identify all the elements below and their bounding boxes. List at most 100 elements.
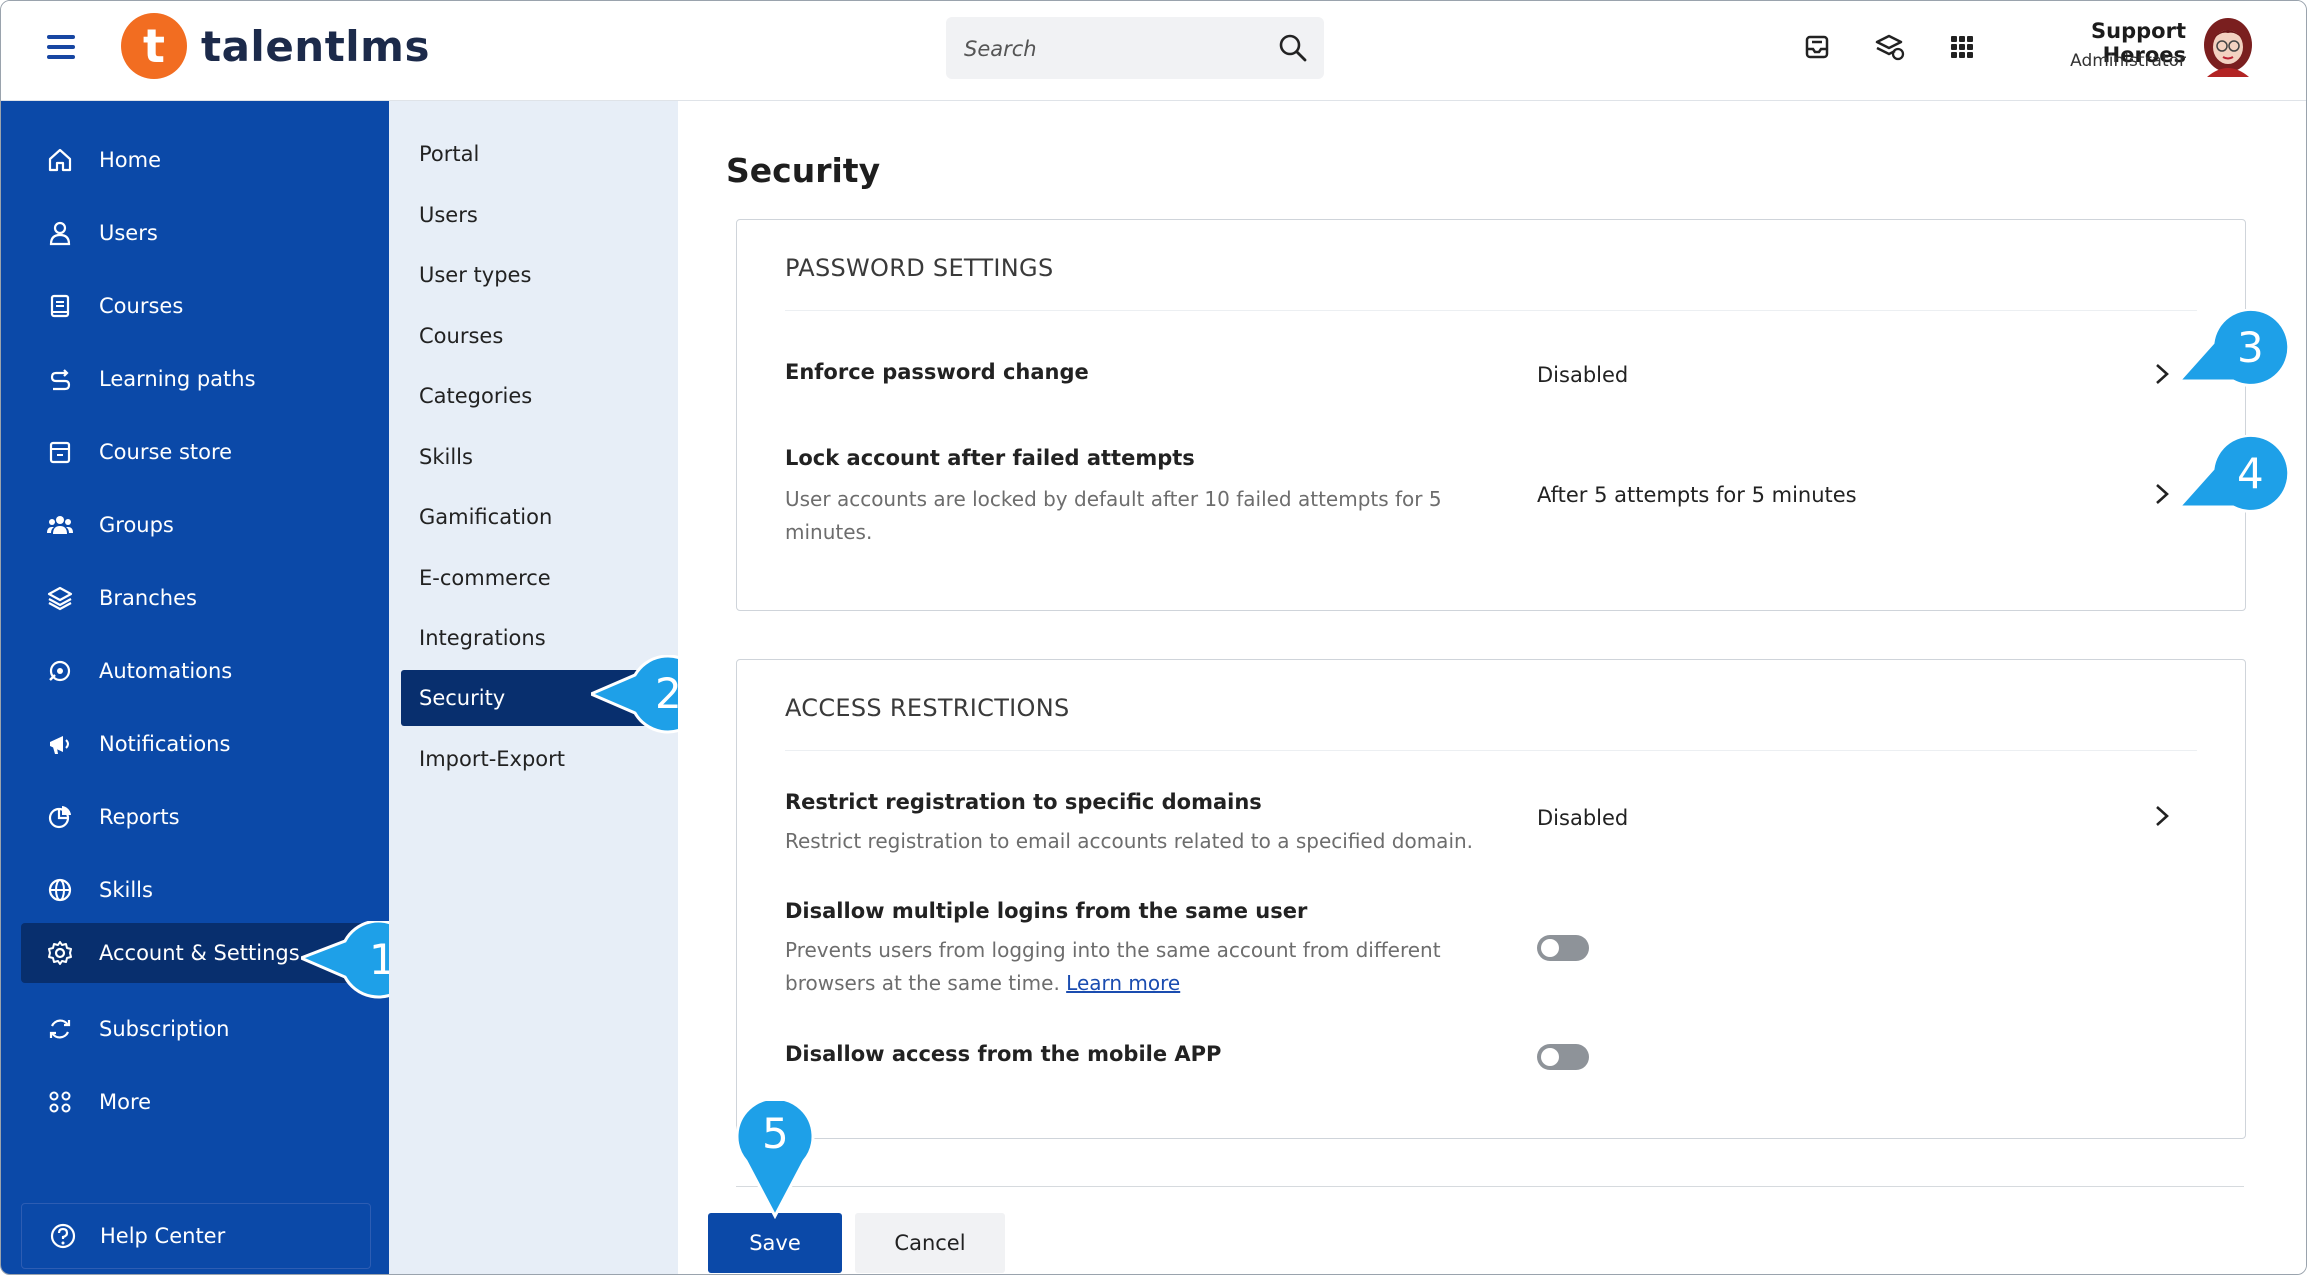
sidebar-item-label: Subscription xyxy=(99,1017,230,1041)
multiple-logins-toggle[interactable] xyxy=(1537,935,1589,961)
lock-account-description: User accounts are locked by default afte… xyxy=(785,487,1442,544)
callout-number: 4 xyxy=(2237,449,2264,498)
multiple-logins-description: Prevents users from logging into the sam… xyxy=(785,934,1465,1000)
multiple-logins-label: Disallow multiple logins from the same u… xyxy=(785,899,1308,923)
top-bar: t talentlms Support Heroes Administrator xyxy=(1,1,2306,101)
restrict-registration-value: Disabled xyxy=(1537,806,1629,830)
logo-badge: t xyxy=(121,13,187,79)
sidebar-item-home[interactable]: Home xyxy=(21,130,379,190)
subnav-item-e-commerce[interactable]: E-commerce xyxy=(401,550,659,606)
subnav-item-courses[interactable]: Courses xyxy=(401,308,659,364)
sidebar-item-course-store[interactable]: Course store xyxy=(21,422,379,482)
restrict-registration-label: Restrict registration to specific domain… xyxy=(785,790,1262,814)
sidebar-item-automations[interactable]: Automations xyxy=(21,641,379,701)
sidebar-item-subscription[interactable]: Subscription xyxy=(21,999,379,1059)
grid-icon xyxy=(49,1091,71,1113)
section-heading: ACCESS RESTRICTIONS xyxy=(785,694,1070,722)
sidebar-item-notifications[interactable]: Notifications xyxy=(21,714,379,774)
enforce-password-value: Disabled xyxy=(1537,363,1629,387)
mobile-access-toggle[interactable] xyxy=(1537,1044,1589,1070)
chevron-right-icon[interactable] xyxy=(2152,802,2172,830)
path-icon xyxy=(50,369,71,391)
refresh-icon xyxy=(49,1019,71,1039)
section-heading: PASSWORD SETTINGS xyxy=(785,254,1054,282)
enforce-password-label: Enforce password change xyxy=(785,360,1089,384)
automation-icon xyxy=(49,660,71,682)
search-input[interactable] xyxy=(962,17,1266,81)
app-window: t talentlms Support Heroes Administrator… xyxy=(0,0,2307,1275)
sidebar-item-label: Account & Settings xyxy=(99,941,300,965)
gear-icon xyxy=(48,941,72,965)
cancel-button[interactable]: Cancel xyxy=(855,1213,1005,1273)
callout-5: 5 xyxy=(736,1101,836,1219)
sidebar-item-label: Branches xyxy=(99,586,197,610)
layers-switch-icon[interactable] xyxy=(1871,29,1907,65)
callout-2: 2 xyxy=(591,655,708,735)
megaphone-icon xyxy=(50,736,69,754)
subnav-item-users[interactable]: Users xyxy=(401,187,659,243)
sidebar-item-groups[interactable]: Groups xyxy=(21,495,379,555)
store-icon xyxy=(49,441,71,464)
footer-divider xyxy=(736,1186,2244,1187)
book-icon xyxy=(50,294,70,318)
layers-icon xyxy=(47,586,73,611)
sidebar-item-label: Automations xyxy=(99,659,233,683)
help-center-label: Help Center xyxy=(100,1224,226,1248)
sidebar-item-label: Reports xyxy=(99,805,180,829)
sidebar-item-users[interactable]: Users xyxy=(21,203,379,263)
sidebar-item-reports[interactable]: Reports xyxy=(21,787,379,847)
mobile-access-label: Disallow access from the mobile APP xyxy=(785,1042,1222,1066)
groups-icon xyxy=(47,516,73,534)
subnav-item-import-export[interactable]: Import-Export xyxy=(401,731,659,787)
user-icon xyxy=(49,221,71,246)
chevron-right-icon[interactable] xyxy=(2152,480,2172,508)
user-role[interactable]: Administrator xyxy=(2041,51,2186,71)
logo-text: talentlms xyxy=(201,21,430,71)
apps-grid-icon[interactable] xyxy=(1944,29,1980,65)
help-center-button[interactable]: Help Center xyxy=(21,1203,371,1269)
sidebar-item-learning-paths[interactable]: Learning paths xyxy=(21,349,379,409)
save-button[interactable]: Save xyxy=(708,1213,842,1273)
callout-number: 3 xyxy=(2237,323,2264,372)
sidebar-item-branches[interactable]: Branches xyxy=(21,568,379,628)
sidebar-item-label: More xyxy=(99,1090,152,1114)
sidebar-item-label: Learning paths xyxy=(99,367,256,391)
main-content: Security PASSWORD SETTINGS Enforce passw… xyxy=(678,101,2306,1274)
divider xyxy=(785,310,2197,311)
password-settings-card: PASSWORD SETTINGS Enforce password chang… xyxy=(736,219,2246,611)
home-icon xyxy=(48,148,72,172)
lock-account-value: After 5 attempts for 5 minutes xyxy=(1537,483,1857,507)
page-title: Security xyxy=(726,151,881,190)
sidebar-item-skills[interactable]: Skills xyxy=(21,860,379,920)
access-restrictions-card: ACCESS RESTRICTIONS Restrict registratio… xyxy=(736,659,2246,1139)
lock-account-label: Lock account after failed attempts xyxy=(785,446,1195,470)
logo[interactable]: t talentlms xyxy=(121,13,430,79)
sidebar-item-label: Courses xyxy=(99,294,184,318)
sidebar-item-courses[interactable]: Courses xyxy=(21,276,379,336)
search-icon[interactable] xyxy=(1278,33,1308,63)
sidebar-item-label: Notifications xyxy=(99,732,231,756)
sidebar-item-more[interactable]: More xyxy=(21,1072,379,1132)
subnav-item-gamification[interactable]: Gamification xyxy=(401,489,659,545)
avatar[interactable] xyxy=(2199,15,2257,77)
divider xyxy=(785,750,2197,751)
subnav-item-portal[interactable]: Portal xyxy=(401,126,659,182)
hamburger-menu-icon[interactable] xyxy=(47,35,75,59)
subnav-item-categories[interactable]: Categories xyxy=(401,368,659,424)
restrict-registration-description: Restrict registration to email accounts … xyxy=(785,829,1474,853)
learn-more-link[interactable]: Learn more xyxy=(1066,971,1180,995)
sidebar-item-label: Course store xyxy=(99,440,233,464)
subnav-item-skills[interactable]: Skills xyxy=(401,429,659,485)
chevron-right-icon[interactable] xyxy=(2152,360,2172,388)
callout-4: 4 xyxy=(2179,435,2291,515)
search-box xyxy=(946,17,1324,81)
sidebar-item-label: Skills xyxy=(99,878,153,902)
callout-1: 1 xyxy=(301,921,418,1001)
callout-3: 3 xyxy=(2179,309,2291,389)
subnav-item-user-types[interactable]: User types xyxy=(401,247,659,303)
main-sidebar: Home Users Courses Learning paths Course… xyxy=(1,101,389,1274)
sidebar-item-label: Groups xyxy=(99,513,174,537)
callout-number: 5 xyxy=(762,1109,789,1158)
inbox-icon[interactable] xyxy=(1799,29,1835,65)
sidebar-item-label: Home xyxy=(99,148,162,172)
